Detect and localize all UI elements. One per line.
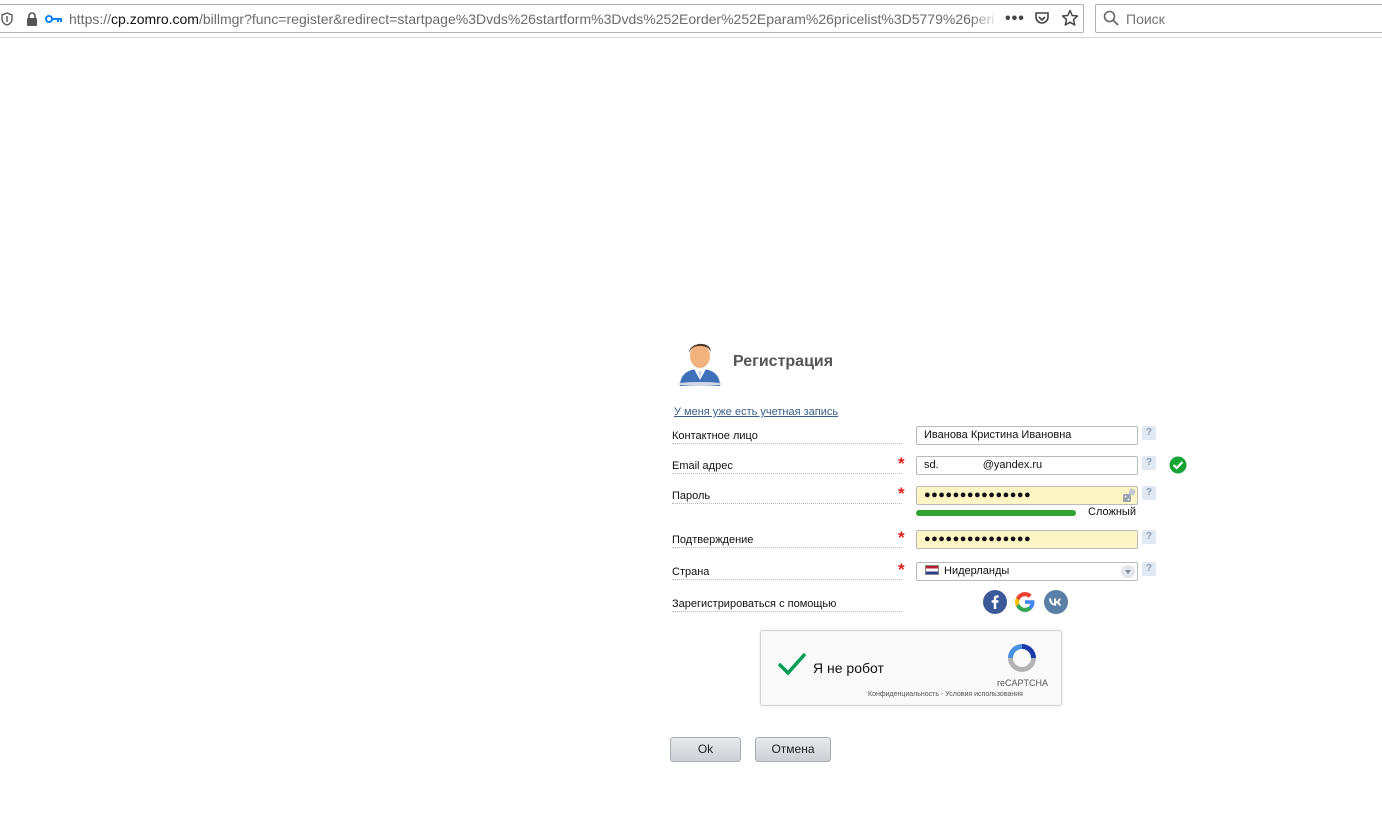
country-label-text: Страна	[672, 566, 713, 578]
password-label: Пароль	[672, 490, 902, 504]
password-strength-bar	[916, 510, 1076, 516]
email-required-mark: *	[898, 454, 905, 473]
social-label: Зарегистрироваться с помощью	[672, 598, 902, 612]
country-row: Страна * Нидерланды ?	[672, 560, 1192, 584]
have-account-link[interactable]: У меня уже есть учетная запись	[674, 406, 838, 418]
pocket-icon[interactable]	[1034, 10, 1050, 29]
social-label-text: Зарегистрироваться с помощью	[672, 598, 840, 610]
confirm-required-mark: *	[898, 528, 905, 547]
confirm-label: Подтверждение	[672, 534, 902, 548]
url-text[interactable]: https://cp.zomro.com/billmgr?func=regist…	[69, 11, 995, 27]
search-icon	[1103, 10, 1119, 29]
contact-input[interactable]: Иванова Кристина Ивановна	[916, 426, 1138, 445]
email-row: Email адрес * sd. @yandex.ru ?	[672, 454, 1192, 478]
recaptcha-label: Я не робот	[813, 660, 884, 676]
contact-row: Контактное лицо Иванова Кристина Ивановн…	[672, 426, 1192, 448]
url-scheme: https://	[69, 11, 112, 27]
lock-icon[interactable]	[25, 11, 39, 30]
search-bar[interactable]: Поиск	[1095, 4, 1382, 33]
country-help-icon[interactable]: ?	[1142, 562, 1156, 576]
email-help-icon[interactable]: ?	[1142, 456, 1156, 470]
info-icon[interactable]	[1, 12, 13, 29]
recaptcha-widget: Я не робот reCAPTCHA Конфиденциальность …	[760, 630, 1062, 706]
password-row: Пароль * ●●●●●●●●●●●●●●● ?	[672, 484, 1192, 508]
contact-label: Контактное лицо	[672, 430, 902, 444]
confirm-password-input[interactable]: ●●●●●●●●●●●●●●●	[916, 530, 1138, 549]
recaptcha-checkbox-checked-icon[interactable]	[777, 651, 807, 680]
recaptcha-brand: reCAPTCHA	[997, 678, 1049, 688]
country-selected-value: Нидерланды	[944, 565, 1010, 577]
email-label: Email адрес	[672, 460, 902, 474]
password-label-text: Пароль	[672, 490, 714, 502]
country-select[interactable]: Нидерланды	[916, 562, 1138, 581]
address-bar[interactable]: https://cp.zomro.com/billmgr?func=regist…	[0, 4, 1084, 33]
vk-icon	[1049, 598, 1062, 606]
bookmark-star-icon[interactable]	[1061, 9, 1079, 30]
google-icon	[1015, 592, 1035, 612]
facebook-login-button[interactable]	[983, 590, 1007, 614]
vk-login-button[interactable]	[1044, 590, 1068, 614]
recaptcha-logo-icon	[1005, 641, 1039, 678]
email-valid-check-icon	[1169, 456, 1187, 477]
password-required-mark: *	[898, 484, 905, 503]
form-title: Регистрация	[733, 353, 834, 370]
country-label: Страна	[672, 566, 902, 580]
url-host: cp.zomro.com	[111, 11, 199, 27]
url-fade	[970, 7, 1000, 31]
contact-label-text: Контактное лицо	[672, 430, 761, 442]
confirm-help-icon[interactable]: ?	[1142, 530, 1156, 544]
netherlands-flag-icon	[925, 565, 939, 575]
confirm-row: Подтверждение * ●●●●●●●●●●●●●●● ?	[672, 528, 1192, 552]
browser-toolbar: https://cp.zomro.com/billmgr?func=regist…	[0, 0, 1382, 38]
chevron-down-icon[interactable]	[1121, 565, 1135, 578]
email-input[interactable]: sd. @yandex.ru	[916, 456, 1138, 475]
search-input[interactable]: Поиск	[1126, 11, 1165, 27]
email-value-suffix: @yandex.ru	[982, 459, 1043, 471]
cancel-button[interactable]: Отмена	[755, 737, 831, 762]
password-generate-icon[interactable]	[1122, 488, 1136, 506]
social-row: Зарегистрироваться с помощью	[672, 594, 1192, 616]
country-required-mark: *	[898, 560, 905, 579]
email-value-prefix: sd.	[924, 459, 939, 471]
contact-help-icon[interactable]: ?	[1142, 426, 1156, 440]
user-avatar-icon	[676, 336, 724, 389]
ok-button[interactable]: Ok	[670, 737, 741, 762]
facebook-icon	[991, 595, 999, 609]
recaptcha-links[interactable]: Конфиденциальность - Условия использован…	[868, 691, 1023, 698]
email-label-text: Email адрес	[672, 460, 736, 472]
key-icon[interactable]	[45, 14, 63, 27]
google-login-button[interactable]	[1013, 590, 1037, 614]
confirm-label-text: Подтверждение	[672, 534, 757, 546]
registration-form: Регистрация У меня уже есть учетная запи…	[668, 334, 1208, 774]
more-actions-icon[interactable]: •••	[1005, 10, 1025, 28]
password-input[interactable]: ●●●●●●●●●●●●●●●	[916, 486, 1138, 505]
password-strength-text: Сложный	[1088, 506, 1136, 518]
password-help-icon[interactable]: ?	[1142, 486, 1156, 500]
url-path: /billmgr?func=register&redirect=startpag…	[198, 11, 995, 27]
